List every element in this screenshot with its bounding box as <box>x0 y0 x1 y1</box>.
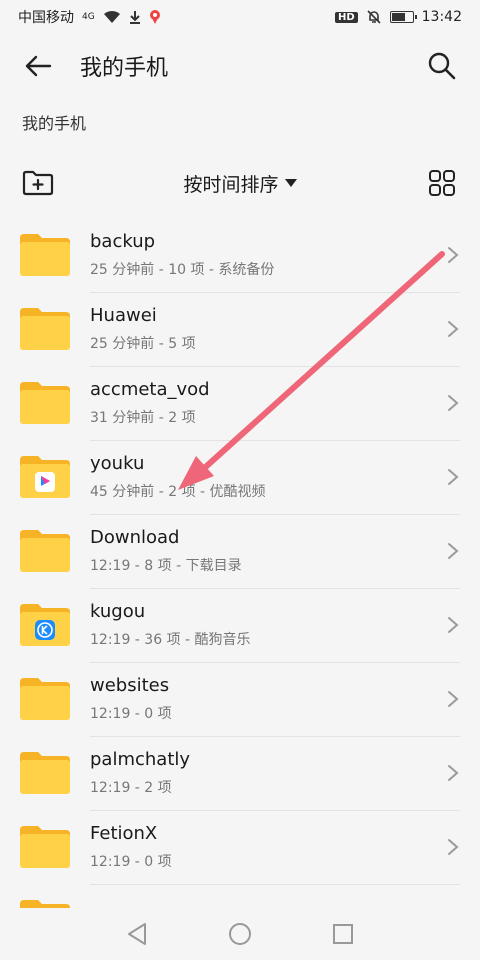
folder-name: backup <box>90 231 156 252</box>
folder-row[interactable]: palmchatly 12:19 - 2 项 <box>0 736 480 810</box>
page-title: 我的手机 <box>80 56 169 81</box>
battery-icon <box>389 11 417 23</box>
chevron-right-icon <box>448 543 459 559</box>
chevron-right-icon <box>448 839 459 855</box>
folder-meta: 31 分钟前 - 2 项 <box>90 410 196 426</box>
folder-name: youku <box>90 453 145 474</box>
folder-row[interactable]: kugou 12:19 - 36 项 - 酷狗音乐 <box>0 588 480 662</box>
folder-icon <box>20 826 70 868</box>
chevron-right-icon <box>448 469 459 485</box>
search-button[interactable] <box>422 46 462 86</box>
mute-bell-icon <box>367 10 381 24</box>
nav-home-icon[interactable] <box>228 922 252 946</box>
back-button[interactable] <box>18 46 58 86</box>
nav-recents-icon[interactable] <box>332 923 354 945</box>
folder-icon <box>20 530 70 572</box>
breadcrumb[interactable]: 我的手机 <box>22 110 86 134</box>
chevron-right-icon <box>448 247 459 263</box>
folder-icon <box>20 900 70 908</box>
folder-list: backup 25 分钟前 - 10 项 - 系统备份 Huawei 25 分钟前 -… <box>0 218 480 908</box>
grid-view-button[interactable] <box>422 163 462 203</box>
location-pin-icon <box>149 10 160 24</box>
folder-meta: 12:19 - 0 项 <box>90 854 172 870</box>
folder-meta: 12:19 - 0 项 <box>90 706 172 722</box>
download-icon <box>129 11 140 24</box>
folder-icon <box>20 456 70 498</box>
folder-row[interactable]: accmeta_vod 31 分钟前 - 2 项 <box>0 366 480 440</box>
folder-meta: 45 分钟前 - 2 项 - 优酷视频 <box>90 484 266 500</box>
chevron-right-icon <box>448 765 459 781</box>
folder-icon <box>20 604 70 646</box>
clock: 13:42 <box>421 9 462 25</box>
folder-row[interactable]: backup 25 分钟前 - 10 项 - 系统备份 <box>0 218 480 292</box>
folder-name: kugou <box>90 601 146 622</box>
folder-row[interactable]: Huawei 25 分钟前 - 5 项 <box>0 292 480 366</box>
folder-meta: 12:19 - 36 项 - 酷狗音乐 <box>90 632 251 648</box>
status-bar: 中国移动 4G HD 13:42 <box>0 0 480 34</box>
nav-back-icon[interactable] <box>126 922 148 946</box>
grid-view-icon <box>428 170 455 196</box>
toolbar: 按时间排序 <box>0 160 480 206</box>
search-icon <box>428 52 456 80</box>
folder-meta: 12:19 - 2 项 <box>90 780 172 796</box>
folder-meta: 25 分钟前 - 10 项 - 系统备份 <box>90 262 275 278</box>
folder-row[interactable]: funshionSDK <box>0 884 480 908</box>
carrier-label: 中国移动 <box>18 10 74 26</box>
new-folder-icon <box>22 170 54 196</box>
chevron-down-icon <box>284 179 297 187</box>
folder-icon <box>20 678 70 720</box>
folder-icon <box>20 234 70 276</box>
folder-name: palmchatly <box>90 749 191 770</box>
sort-label: 按时间排序 <box>183 173 279 196</box>
back-arrow-icon <box>25 55 52 77</box>
folder-row[interactable]: youku 45 分钟前 - 2 项 - 优酷视频 <box>0 440 480 514</box>
folder-icon <box>20 308 70 350</box>
folder-name: Download <box>90 527 180 548</box>
folder-name: Huawei <box>90 305 157 326</box>
chevron-right-icon <box>448 617 459 633</box>
folder-meta: 25 分钟前 - 5 项 <box>90 336 196 352</box>
network-label: 4G <box>82 12 95 22</box>
folder-name: websites <box>90 675 170 696</box>
folder-icon <box>20 382 70 424</box>
app-bar: 我的手机 <box>0 36 480 96</box>
wifi-icon <box>103 10 120 23</box>
folder-row[interactable]: websites 12:19 - 0 项 <box>0 662 480 736</box>
folder-name: accmeta_vod <box>90 379 210 400</box>
chevron-right-icon <box>448 321 459 337</box>
folder-name: FetionX <box>90 823 158 844</box>
chevron-right-icon <box>448 691 459 707</box>
folder-meta: 12:19 - 8 项 - 下载目录 <box>90 558 242 574</box>
folder-row[interactable]: Download 12:19 - 8 项 - 下载目录 <box>0 514 480 588</box>
new-folder-button[interactable] <box>18 163 58 203</box>
folder-row[interactable]: FetionX 12:19 - 0 项 <box>0 810 480 884</box>
chevron-right-icon <box>448 395 459 411</box>
sort-dropdown[interactable]: 按时间排序 <box>183 170 297 197</box>
system-nav-bar <box>0 908 480 960</box>
hd-badge: HD <box>334 11 358 23</box>
folder-icon <box>20 752 70 794</box>
